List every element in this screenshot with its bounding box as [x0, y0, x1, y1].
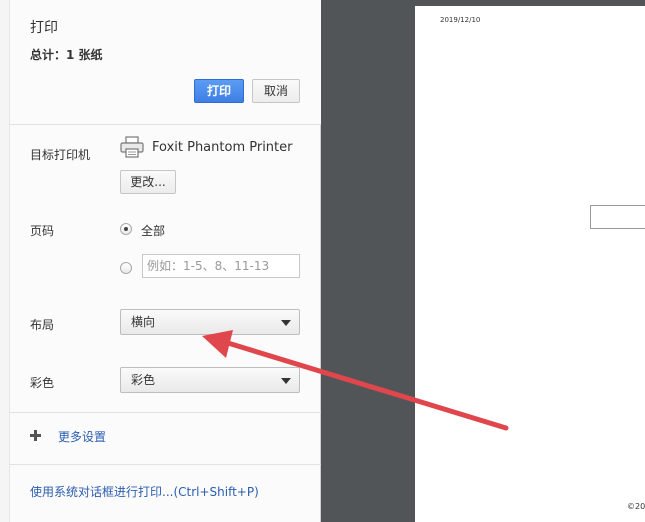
plus-icon [30, 430, 41, 441]
printer-name: Foxit Phantom Printer [152, 140, 293, 155]
preview-content-box [590, 205, 645, 229]
pages-custom-radio[interactable] [120, 262, 132, 274]
window-edge [0, 0, 10, 522]
change-printer-button[interactable]: 更改... [120, 170, 176, 194]
destination-label: 目标打印机 [30, 148, 91, 162]
print-settings-panel: 打印 总计：1 张纸 打印 取消 目标打印机 Foxit Phantom Pri… [10, 0, 321, 522]
color-select[interactable]: 彩色 [120, 367, 300, 393]
print-header: 打印 总计：1 张纸 打印 取消 [10, 0, 321, 125]
page-title: 打印 [30, 20, 58, 36]
color-select-value: 彩色 [131, 373, 156, 387]
system-dialog-link[interactable]: 使用系统对话框进行打印...(Ctrl+Shift+P) [30, 483, 259, 500]
printer-icon [120, 136, 144, 158]
pages-label: 页码 [30, 224, 55, 238]
layout-select[interactable]: 横向 [120, 309, 300, 335]
color-label: 彩色 [30, 376, 55, 390]
layout-label: 布局 [30, 318, 55, 332]
cancel-button[interactable]: 取消 [252, 79, 300, 103]
chevron-down-icon [281, 378, 291, 384]
divider [10, 412, 321, 413]
divider [10, 464, 321, 465]
preview-footer: ©20 [627, 502, 645, 511]
print-button[interactable]: 打印 [194, 79, 244, 103]
preview-date: 2019/12/10 [440, 16, 481, 24]
sheet-count: 总计：1 张纸 [30, 48, 103, 62]
pages-custom-input[interactable] [142, 254, 300, 278]
layout-select-value: 横向 [131, 315, 156, 329]
preview-page: 2019/12/10 ©20 [415, 6, 645, 522]
chevron-down-icon [281, 320, 291, 326]
more-settings-label[interactable]: 更多设置 [58, 428, 106, 445]
pages-all-radio[interactable] [120, 223, 132, 235]
pages-all-label[interactable]: 全部 [141, 222, 165, 239]
